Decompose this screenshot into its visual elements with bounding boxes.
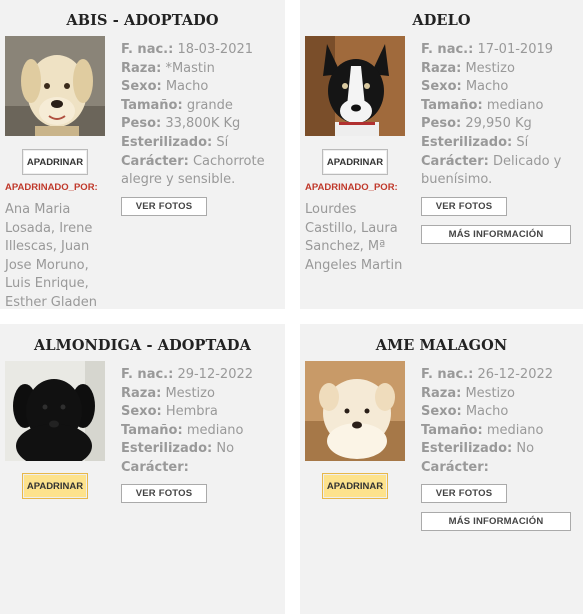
field-value: *Mastin: [165, 60, 215, 76]
field-key: Carácter:: [421, 459, 489, 475]
field-value: mediano: [486, 422, 544, 438]
field-value: Sí: [516, 134, 529, 150]
field-value: 33,800K Kg: [165, 116, 241, 132]
field-value: 29-12-2022: [177, 367, 254, 382]
field-value: Mestizo: [465, 385, 515, 401]
field-value: grande: [186, 97, 233, 113]
field-value: 26-12-2022: [477, 367, 554, 382]
field-key: Peso:: [421, 116, 462, 132]
field-key: F. nac.:: [421, 42, 474, 57]
field-key: F. nac.:: [421, 367, 474, 382]
field-key: Sexo:: [421, 404, 462, 420]
field-key: Raza:: [421, 60, 462, 76]
dog-name-title: ADELO: [412, 12, 471, 29]
field-key: Esterilizado:: [121, 441, 213, 457]
dog-name-title: AME MALAGON: [375, 337, 508, 354]
apadrinar-button[interactable]: APADRINAR: [22, 149, 88, 175]
dog-photo[interactable]: [305, 361, 405, 461]
field-key: Tamaño:: [421, 97, 483, 113]
field-key: Raza:: [121, 60, 162, 76]
ver-fotos-button[interactable]: VER FOTOS: [421, 197, 507, 216]
field-key: F. nac.:: [121, 367, 174, 382]
field-value: Mestizo: [165, 385, 215, 401]
field-value: Mestizo: [465, 60, 515, 76]
field-key: Esterilizado:: [421, 134, 513, 150]
field-key: Raza:: [121, 385, 162, 401]
dog-card-adelo: ADELO APADRINAR APADRINADO_POR: Lourdes …: [300, 0, 583, 309]
apadrinar-button[interactable]: APADRINAR: [22, 473, 88, 499]
field-value: No: [216, 441, 235, 457]
field-key: Tamaño:: [421, 422, 483, 438]
dog-info: F. nac.: 18-03-2021 Raza: *Mastin Sexo: …: [121, 41, 271, 190]
field-value: mediano: [186, 422, 244, 438]
mas-informacion-button[interactable]: MÁS INFORMACIÓN: [421, 512, 571, 531]
field-key: F. nac.:: [121, 42, 174, 57]
field-value: Macho: [465, 79, 509, 95]
field-value: mediano: [486, 97, 544, 113]
field-key: Peso:: [121, 116, 162, 132]
dog-photo[interactable]: [5, 361, 105, 461]
field-value: Sí: [216, 134, 229, 150]
field-value: 18-03-2021: [177, 42, 254, 57]
field-value: 17-01-2019: [477, 42, 554, 57]
dog-photo[interactable]: [305, 36, 405, 136]
sponsors-list: Ana Maria Losada, Irene Illescas, Juan J…: [5, 202, 97, 310]
apadrinado-por-label: APADRINADO_POR:: [305, 182, 398, 193]
field-value: Macho: [465, 404, 509, 420]
field-value: 29,950 Kg: [465, 116, 532, 132]
ver-fotos-button[interactable]: VER FOTOS: [121, 197, 207, 216]
apadrinar-button[interactable]: APADRINAR: [322, 473, 388, 499]
field-key: Raza:: [421, 385, 462, 401]
field-value: Hembra: [165, 404, 218, 420]
dog-photo[interactable]: [5, 36, 105, 136]
mas-informacion-button[interactable]: MÁS INFORMACIÓN: [421, 225, 571, 244]
field-key: Esterilizado:: [421, 441, 513, 457]
field-key: Carácter:: [421, 153, 489, 169]
dog-name-title: ABIS - ADOPTADO: [66, 12, 219, 29]
dog-info: F. nac.: 26-12-2022 Raza: Mestizo Sexo: …: [421, 366, 571, 478]
dog-card-abis: ABIS - ADOPTADO APADRINAR APADRINADO_POR…: [0, 0, 285, 310]
sponsors-list: Lourdes Castillo, Laura Sanchez, Mª Ange…: [305, 202, 403, 273]
apadrinar-button[interactable]: APADRINAR: [322, 149, 388, 175]
field-key: Tamaño:: [121, 422, 183, 438]
ver-fotos-button[interactable]: VER FOTOS: [421, 484, 507, 503]
field-key: Esterilizado:: [121, 134, 213, 150]
apadrinado-por-label: APADRINADO_POR:: [5, 182, 98, 193]
field-key: Carácter:: [121, 153, 189, 169]
dog-card-almondiga: ALMONDIGA - ADOPTADA APADRINAR F. nac.: …: [0, 324, 285, 614]
field-key: Tamaño:: [121, 97, 183, 113]
dog-info: F. nac.: 29-12-2022 Raza: Mestizo Sexo: …: [121, 366, 271, 478]
dog-card-ame-malagon: AME MALAGON APADRINAR F. nac.: 26-12-202…: [300, 324, 583, 614]
dog-name-title: ALMONDIGA - ADOPTADA: [34, 337, 251, 354]
field-key: Sexo:: [121, 79, 162, 95]
field-key: Carácter:: [121, 459, 189, 475]
field-value: Macho: [165, 79, 209, 95]
field-key: Sexo:: [121, 404, 162, 420]
field-value: No: [516, 441, 535, 457]
dog-info: F. nac.: 17-01-2019 Raza: Mestizo Sexo: …: [421, 41, 571, 190]
field-key: Sexo:: [421, 79, 462, 95]
ver-fotos-button[interactable]: VER FOTOS: [121, 484, 207, 503]
